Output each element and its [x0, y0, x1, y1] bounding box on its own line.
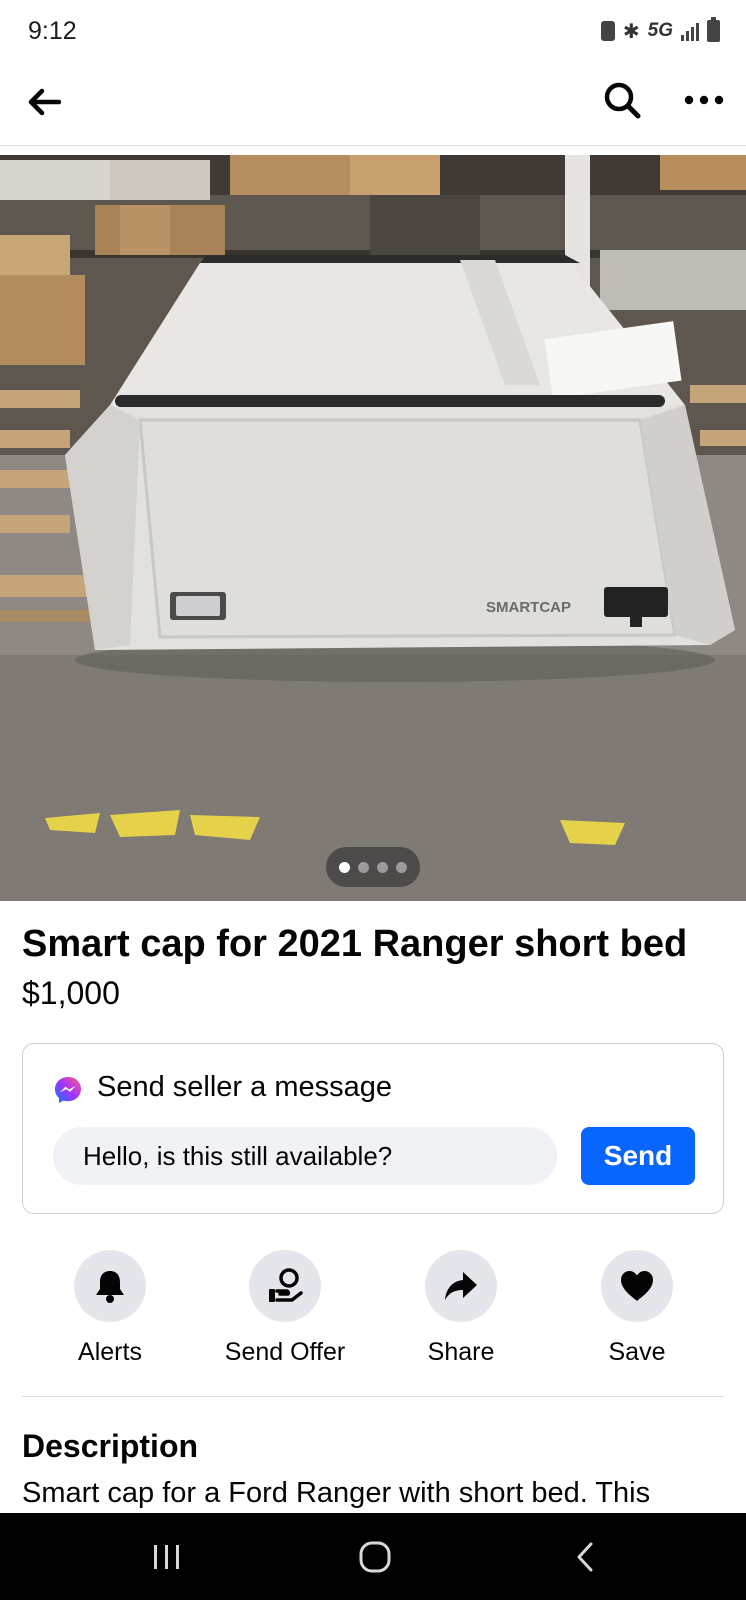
save-button[interactable]: Save	[552, 1250, 722, 1368]
more-dots-icon	[684, 95, 724, 105]
recent-apps-icon	[154, 1544, 179, 1569]
brand-text: SMARTCAP	[486, 599, 571, 616]
share-icon-circle[interactable]	[425, 1250, 497, 1322]
message-input[interactable]	[53, 1127, 557, 1185]
pagination-dot	[396, 861, 407, 873]
heart-icon	[621, 1271, 653, 1301]
chevron-left-icon	[577, 1542, 593, 1571]
back-button[interactable]	[20, 78, 68, 126]
pagination-dot-active	[339, 861, 350, 873]
signal-icon	[681, 21, 699, 41]
recent-apps-button[interactable]	[117, 1513, 217, 1600]
top-nav-bar	[0, 62, 746, 146]
description-text: Smart cap for a Ford Ranger with short b…	[22, 1477, 651, 1509]
battery-icon	[707, 17, 720, 42]
status-icons: ✱ 5G	[600, 17, 720, 44]
message-heading: Send seller a message	[97, 1071, 392, 1103]
send-button[interactable]: Send	[581, 1127, 695, 1185]
search-button[interactable]	[598, 76, 646, 124]
share-label: Share	[427, 1338, 495, 1366]
save-label: Save	[608, 1338, 666, 1366]
alerts-icon-circle[interactable]	[74, 1250, 146, 1322]
description-heading: Description	[22, 1428, 199, 1464]
bell-icon	[96, 1271, 124, 1303]
search-icon	[604, 82, 641, 119]
share-button[interactable]: Share	[376, 1250, 546, 1368]
send-offer-label: Send Offer	[224, 1338, 346, 1366]
status-bar: 9:12 ✱ 5G	[0, 0, 746, 62]
send-offer-button[interactable]: Send Offer	[200, 1250, 370, 1368]
alerts-button[interactable]: Alerts	[25, 1250, 195, 1368]
messenger-icon	[55, 1077, 81, 1103]
system-nav-bar	[0, 1513, 746, 1600]
listing-price: $1,000	[22, 975, 120, 1011]
photo-pagination	[326, 847, 420, 887]
truck-cap-photo: SMARTCAP	[0, 155, 746, 901]
send-offer-icon-circle[interactable]	[249, 1250, 321, 1322]
listing-photo[interactable]: SMARTCAP	[0, 155, 746, 901]
back-arrow-icon	[28, 88, 61, 116]
save-icon-circle[interactable]	[601, 1250, 673, 1322]
vibrate-icon	[600, 21, 615, 41]
message-seller-card: Send seller a message Send	[22, 1043, 724, 1214]
alerts-label: Alerts	[78, 1338, 142, 1366]
pagination-dot	[358, 861, 369, 873]
bluetooth-icon: ✱	[622, 20, 640, 43]
offer-icon	[269, 1268, 303, 1302]
pagination-dot	[377, 861, 388, 873]
more-options-button[interactable]	[680, 76, 728, 124]
system-back-button[interactable]	[535, 1513, 635, 1600]
status-time: 9:12	[28, 16, 77, 45]
section-divider	[22, 1396, 724, 1397]
action-row: Alerts Send Offer Share Save	[0, 1250, 746, 1370]
network-type: 5G	[647, 20, 673, 41]
listing-title: Smart cap for 2021 Ranger short bed	[22, 923, 688, 965]
home-button[interactable]	[325, 1513, 425, 1600]
share-icon	[445, 1272, 477, 1300]
home-icon	[359, 1541, 391, 1572]
